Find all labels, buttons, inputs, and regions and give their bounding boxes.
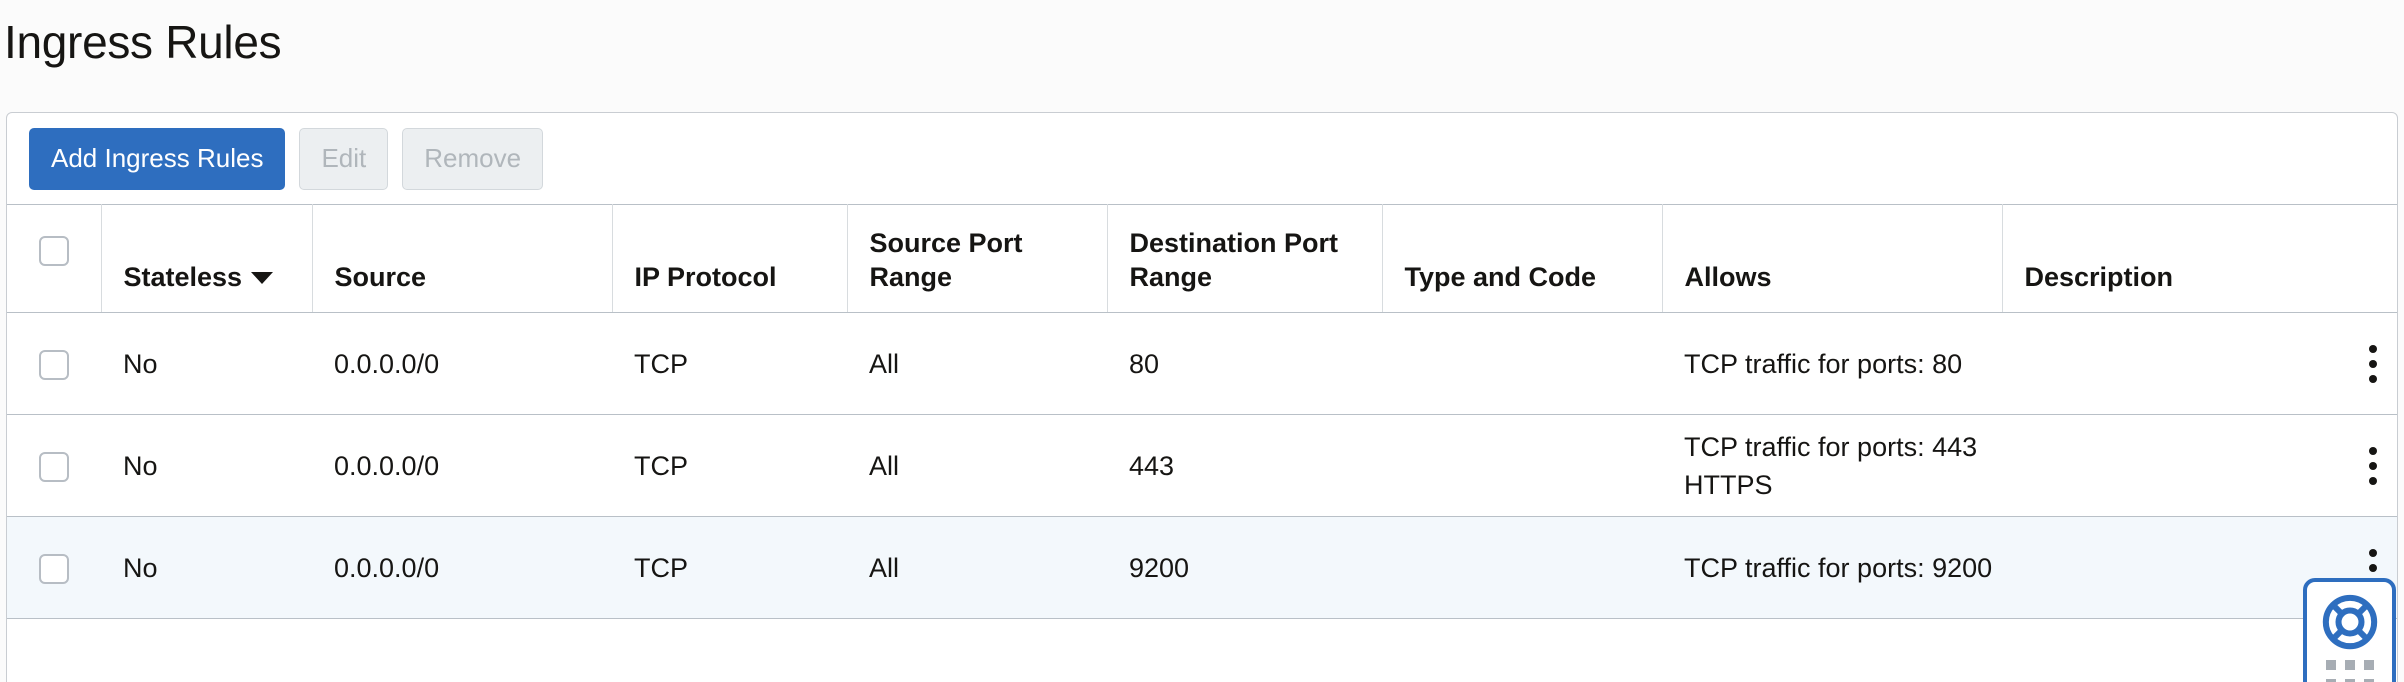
cell-destination-port-range: 80 <box>1107 313 1382 415</box>
table-header: Stateless Source IP Protocol Source Port… <box>7 205 2398 313</box>
row-select-cell <box>7 415 101 517</box>
table-body: No0.0.0.0/0TCPAll80 TCP traffic for ports… <box>7 313 2398 619</box>
ingress-rules-table: Stateless Source IP Protocol Source Port… <box>7 204 2398 619</box>
row-checkbox[interactable] <box>39 452 69 482</box>
cell-allows: TCP traffic for ports: 9200 <box>1662 517 2002 619</box>
cell-source: 0.0.0.0/0 <box>312 517 612 619</box>
row-actions-menu-icon[interactable] <box>2369 447 2377 485</box>
cell-source-port-range: All <box>847 517 1107 619</box>
column-header-type-and-code[interactable]: Type and Code <box>1382 205 1662 313</box>
drag-handle-icon[interactable] <box>2326 660 2374 682</box>
table-header-row: Stateless Source IP Protocol Source Port… <box>7 205 2398 313</box>
cell-ip-protocol: TCP <box>612 517 847 619</box>
remove-button[interactable]: Remove <box>402 128 543 190</box>
help-widget[interactable] <box>2303 578 2396 682</box>
chevron-down-icon <box>251 272 273 284</box>
column-header-stateless[interactable]: Stateless <box>101 205 312 313</box>
row-select-cell <box>7 313 101 415</box>
row-actions-menu-icon[interactable] <box>2369 345 2377 383</box>
cell-ip-protocol: TCP <box>612 415 847 517</box>
edit-button[interactable]: Edit <box>299 128 388 190</box>
ingress-rules-panel: Add Ingress Rules Edit Remove Stateless … <box>6 112 2398 682</box>
table-row[interactable]: No0.0.0.0/0TCPAll9200 TCP traffic for por… <box>7 517 2398 619</box>
cell-source: 0.0.0.0/0 <box>312 313 612 415</box>
select-all-checkbox[interactable] <box>39 236 69 266</box>
ingress-rules-page: Ingress Rules Add Ingress Rules Edit Rem… <box>0 0 2404 682</box>
column-header-source-port-range[interactable]: Source Port Range <box>847 205 1107 313</box>
cell-stateless: No <box>101 517 312 619</box>
row-select-cell <box>7 517 101 619</box>
cell-type-and-code <box>1382 313 1662 415</box>
row-checkbox[interactable] <box>39 554 69 584</box>
cell-destination-port-range: 443 <box>1107 415 1382 517</box>
cell-allows: TCP traffic for ports: 80 <box>1662 313 2002 415</box>
cell-source-port-range: All <box>847 313 1107 415</box>
column-header-description[interactable]: Description <box>2002 205 2398 313</box>
column-header-allows[interactable]: Allows <box>1662 205 2002 313</box>
select-all-header <box>7 205 101 313</box>
cell-source: 0.0.0.0/0 <box>312 415 612 517</box>
column-header-ip-protocol[interactable]: IP Protocol <box>612 205 847 313</box>
cell-ip-protocol: TCP <box>612 313 847 415</box>
cell-allows: TCP traffic for ports: 443 HTTPS <box>1662 415 2002 517</box>
cell-destination-port-range: 9200 <box>1107 517 1382 619</box>
page-title: Ingress Rules <box>4 14 281 70</box>
cell-type-and-code <box>1382 517 1662 619</box>
column-header-destination-port-range[interactable]: Destination Port Range <box>1107 205 1382 313</box>
cell-type-and-code <box>1382 415 1662 517</box>
table-row[interactable]: No0.0.0.0/0TCPAll443 TCP traffic for port… <box>7 415 2398 517</box>
column-header-stateless-label: Stateless <box>124 262 243 292</box>
row-checkbox[interactable] <box>39 350 69 380</box>
add-ingress-rules-button[interactable]: Add Ingress Rules <box>29 128 285 190</box>
lifebuoy-icon <box>2321 593 2379 651</box>
cell-description <box>2002 415 2398 517</box>
cell-source-port-range: All <box>847 415 1107 517</box>
table-toolbar: Add Ingress Rules Edit Remove <box>7 113 2397 204</box>
table-row[interactable]: No0.0.0.0/0TCPAll80 TCP traffic for ports… <box>7 313 2398 415</box>
column-header-source[interactable]: Source <box>312 205 612 313</box>
cell-stateless: No <box>101 415 312 517</box>
cell-description <box>2002 313 2398 415</box>
cell-stateless: No <box>101 313 312 415</box>
